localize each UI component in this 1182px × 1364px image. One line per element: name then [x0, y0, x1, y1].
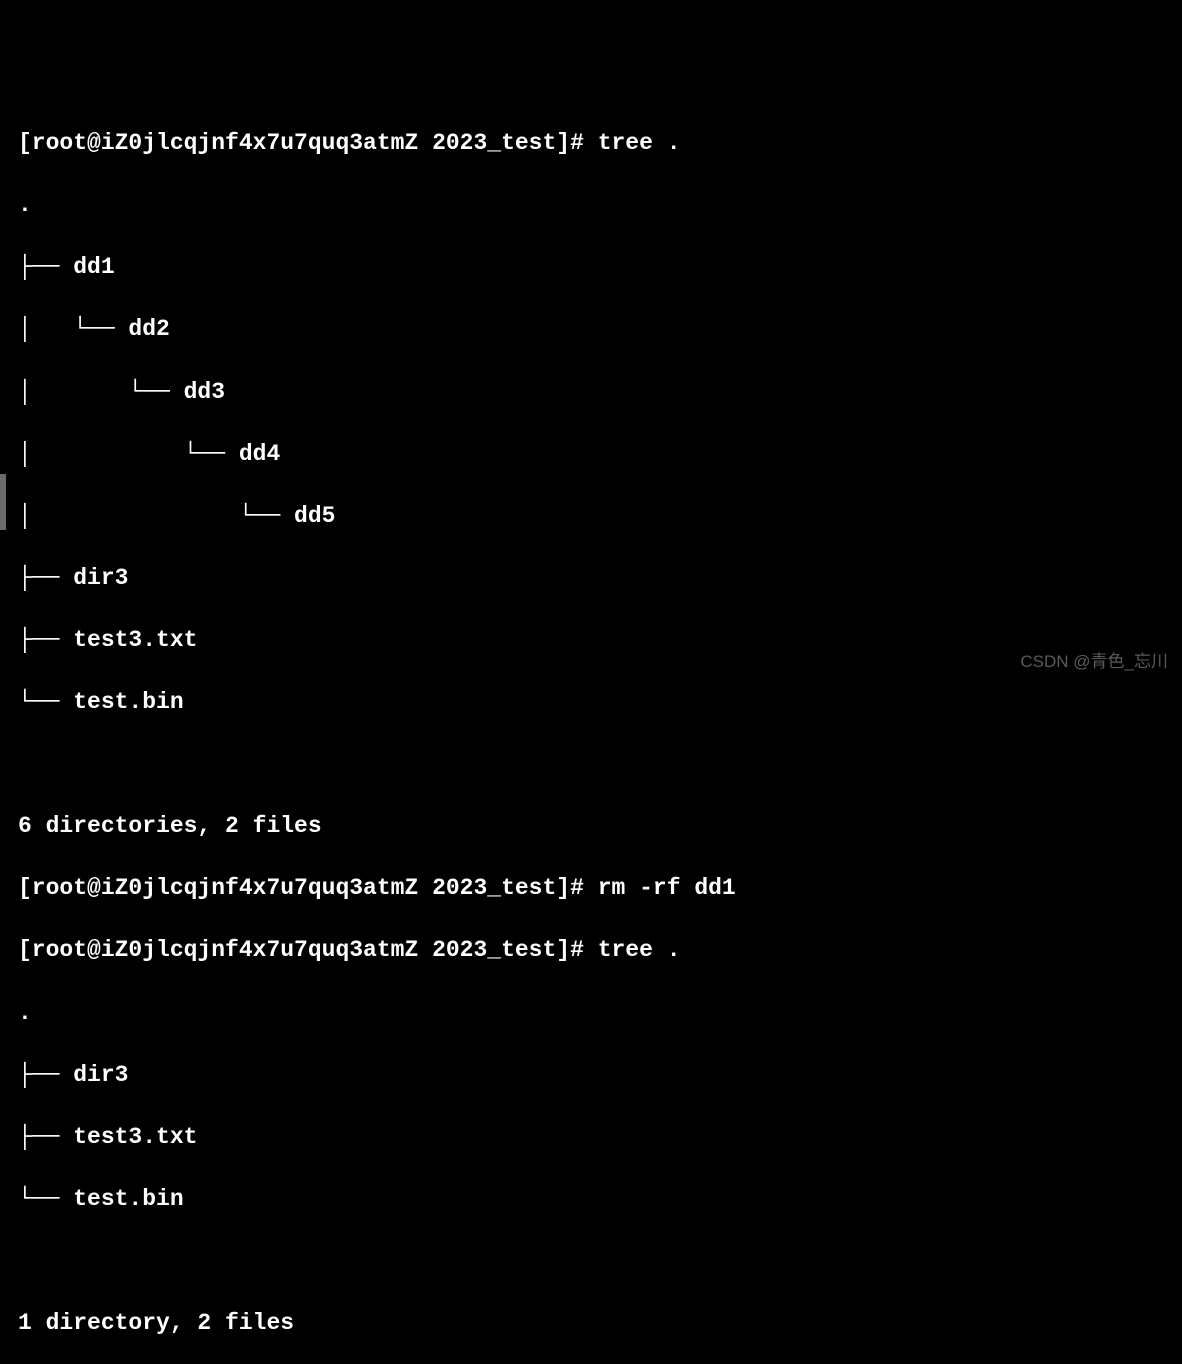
terminal-line-prompt-1: [root@iZ0jlcqjnf4x7u7quq3atmZ 2023_test]… — [18, 128, 1182, 159]
blank-line — [18, 1246, 1182, 1277]
tree-output-line: └── test.bin — [18, 687, 1182, 718]
scrollbar-thumb[interactable] — [0, 474, 6, 530]
shell-prompt: [root@iZ0jlcqjnf4x7u7quq3atmZ 2023_test]… — [18, 130, 598, 156]
tree-output-line: . — [18, 190, 1182, 221]
blank-line — [18, 749, 1182, 780]
command-text: tree . — [598, 937, 681, 963]
tree-output-line: │ └── dd2 — [18, 314, 1182, 345]
tree-output-line: ├── test3.txt — [18, 625, 1182, 656]
shell-prompt: [root@iZ0jlcqjnf4x7u7quq3atmZ 2023_test]… — [18, 937, 598, 963]
tree-summary: 6 directories, 2 files — [18, 811, 1182, 842]
tree-output-line: │ └── dd5 — [18, 501, 1182, 532]
terminal-line-prompt-2: [root@iZ0jlcqjnf4x7u7quq3atmZ 2023_test]… — [18, 873, 1182, 904]
tree-output-line: │ └── dd4 — [18, 439, 1182, 470]
watermark-text: CSDN @青色_忘川 — [1020, 651, 1168, 674]
command-text: tree . — [598, 130, 681, 156]
tree-summary: 1 directory, 2 files — [18, 1308, 1182, 1339]
tree-output-line: ├── dd1 — [18, 252, 1182, 283]
tree-output-line: ├── test3.txt — [18, 1122, 1182, 1153]
tree-output-line: ├── dir3 — [18, 1060, 1182, 1091]
tree-output-line: │ └── dd3 — [18, 377, 1182, 408]
terminal-line-prompt-3: [root@iZ0jlcqjnf4x7u7quq3atmZ 2023_test]… — [18, 935, 1182, 966]
tree-output-line: ├── dir3 — [18, 563, 1182, 594]
shell-prompt: [root@iZ0jlcqjnf4x7u7quq3atmZ 2023_test]… — [18, 875, 598, 901]
command-text: rm -rf dd1 — [598, 875, 736, 901]
tree-output-line: └── test.bin — [18, 1184, 1182, 1215]
tree-output-line: . — [18, 998, 1182, 1029]
